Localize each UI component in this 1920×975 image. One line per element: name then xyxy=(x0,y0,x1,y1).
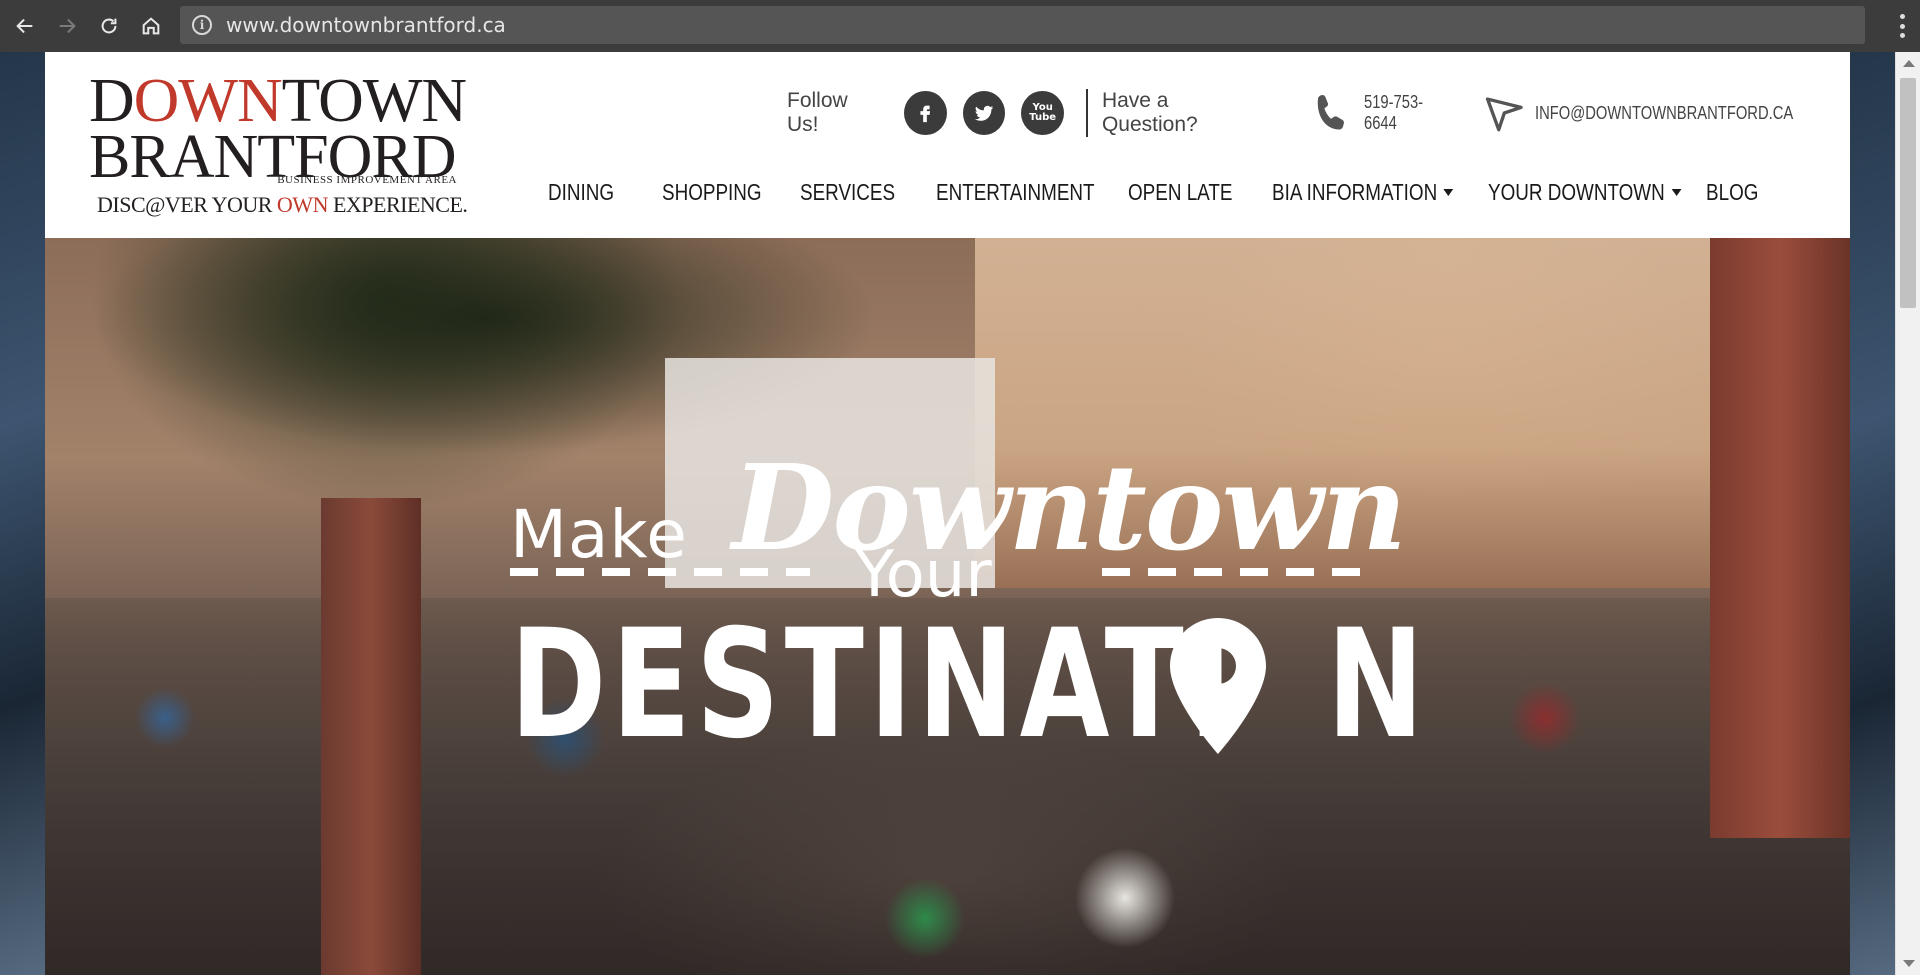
hero-photo-brick-pillar-right xyxy=(1710,238,1850,838)
nav-your-downtown[interactable]: YOUR DOWNTOWN xyxy=(1488,179,1682,206)
nav-entertainment[interactable]: ENTERTAINMENT xyxy=(936,179,1095,206)
scroll-down-icon[interactable] xyxy=(1903,960,1915,967)
logo-bia-text: BUSINESS IMPROVEMENT AREA xyxy=(277,174,457,186)
hero-banner: Make Downtown Your DESTINATI N xyxy=(45,238,1850,975)
follow-us-label: Follow Us! xyxy=(787,89,848,136)
page-container: DOWNTOWN BRANTFORD BUSINESS IMPROVEMENT … xyxy=(45,52,1850,975)
scroll-up-icon[interactable] xyxy=(1903,60,1915,67)
back-arrow-icon[interactable] xyxy=(8,9,42,43)
nav-bia-information[interactable]: BIA INFORMATION xyxy=(1272,179,1454,206)
main-navigation: DINING SHOPPING SERVICES ENTERTAINMENT O… xyxy=(548,176,1786,208)
browser-toolbar: i www.downtownbrantford.ca xyxy=(0,0,1920,52)
divider xyxy=(1086,89,1088,137)
nav-services[interactable]: SERVICES xyxy=(800,179,912,206)
chevron-down-icon xyxy=(1671,188,1682,196)
contact-bar: Follow Us! You Tube Have a Question? 519-… xyxy=(787,89,1850,137)
have-a-question-label: Have a Question? xyxy=(1101,89,1198,136)
background-image-right xyxy=(1850,52,1895,975)
background-image-left xyxy=(0,52,45,975)
hero-photo-brick-pillar-left xyxy=(321,498,421,975)
hero-dashes-left xyxy=(510,568,810,576)
twitter-icon[interactable] xyxy=(962,91,1006,135)
home-icon[interactable] xyxy=(134,9,168,43)
phone-link[interactable]: 519-753-6644 xyxy=(1364,92,1453,134)
forward-arrow-icon[interactable] xyxy=(50,9,84,43)
nav-dining[interactable]: DINING xyxy=(548,179,641,206)
page-scrollbar[interactable] xyxy=(1895,52,1920,975)
nav-blog[interactable]: BLOG xyxy=(1706,179,1772,206)
nav-shopping[interactable]: SHOPPING xyxy=(662,179,775,206)
hero-dashes-right xyxy=(1102,568,1360,576)
hero-word-destination: DESTINATI N xyxy=(510,598,1430,772)
url-text: www.downtownbrantford.ca xyxy=(226,13,506,37)
email-link[interactable]: INFO@DOWNTOWNBRANTFORD.CA xyxy=(1535,103,1793,124)
chevron-down-icon xyxy=(1443,188,1454,196)
paper-plane-icon xyxy=(1486,97,1524,132)
logo-tagline: DISC@VER YOUR OWN EXPERIENCE. xyxy=(97,192,468,217)
facebook-icon[interactable] xyxy=(904,91,947,135)
address-bar[interactable]: i www.downtownbrantford.ca xyxy=(180,6,1865,44)
hero-word-downtown: Downtown xyxy=(732,438,1407,577)
site-info-icon[interactable]: i xyxy=(192,15,212,35)
logo-line-downtown: DOWNTOWN xyxy=(89,67,467,135)
browser-menu-icon[interactable] xyxy=(1900,14,1906,38)
site-logo[interactable]: DOWNTOWN BRANTFORD BUSINESS IMPROVEMENT … xyxy=(89,70,469,220)
hero-word-make: Make xyxy=(510,496,688,573)
nav-open-late[interactable]: OPEN LATE xyxy=(1128,179,1246,206)
scrollbar-thumb[interactable] xyxy=(1900,78,1916,308)
location-pin-icon xyxy=(1170,618,1266,754)
hero-headline: Make Downtown Your DESTINATI N xyxy=(510,438,1424,768)
reload-icon[interactable] xyxy=(92,9,126,43)
phone-icon xyxy=(1317,95,1344,130)
site-header: DOWNTOWN BRANTFORD BUSINESS IMPROVEMENT … xyxy=(45,52,1850,236)
youtube-icon[interactable]: You Tube xyxy=(1021,91,1065,135)
